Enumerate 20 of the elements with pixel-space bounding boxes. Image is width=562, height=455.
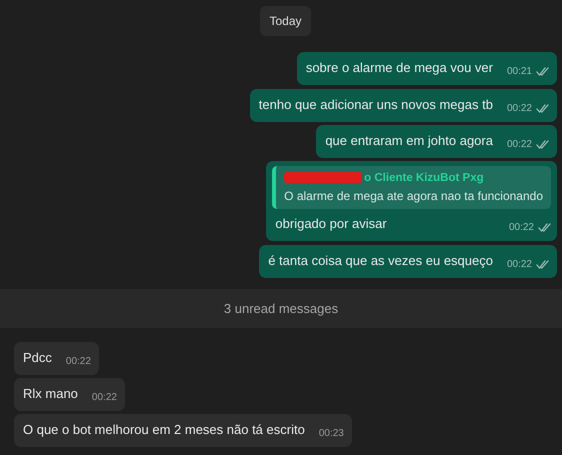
message-time: 00:23 <box>318 427 344 441</box>
message-time: 00:22 <box>508 221 534 236</box>
message-time: 00:22 <box>506 258 532 272</box>
date-label: Today <box>260 6 311 36</box>
message-time: 00:22 <box>92 390 117 405</box>
message-time: 00:22 <box>506 138 532 152</box>
message-time: 00:21 <box>506 65 532 80</box>
message-text: Pdcc <box>23 348 52 366</box>
unread-divider-text: 3 unread messages <box>0 288 562 328</box>
message-time: 00:22 <box>66 354 91 368</box>
quote-text: O alarme de mega ate agora nao ta funcionando <box>284 188 543 206</box>
message-time: 00:22 <box>506 102 532 116</box>
message-text: tenho que adicionar uns novos megas tb <box>258 96 493 114</box>
message-text: que entraram em johto agora <box>325 132 493 150</box>
message-text: obrigado por avisar <box>274 215 387 234</box>
message-text: sobre o alarme de mega vou ver <box>306 59 493 78</box>
message-text: é tanta coisa que as vezes eu esqueço <box>268 252 493 270</box>
message-text: O que o bot melhorou em 2 meses não tá escrito <box>23 421 305 439</box>
quote-author: o Cliente KizuBot Pxg <box>364 172 484 184</box>
message-text: Rlx mano <box>23 384 78 403</box>
